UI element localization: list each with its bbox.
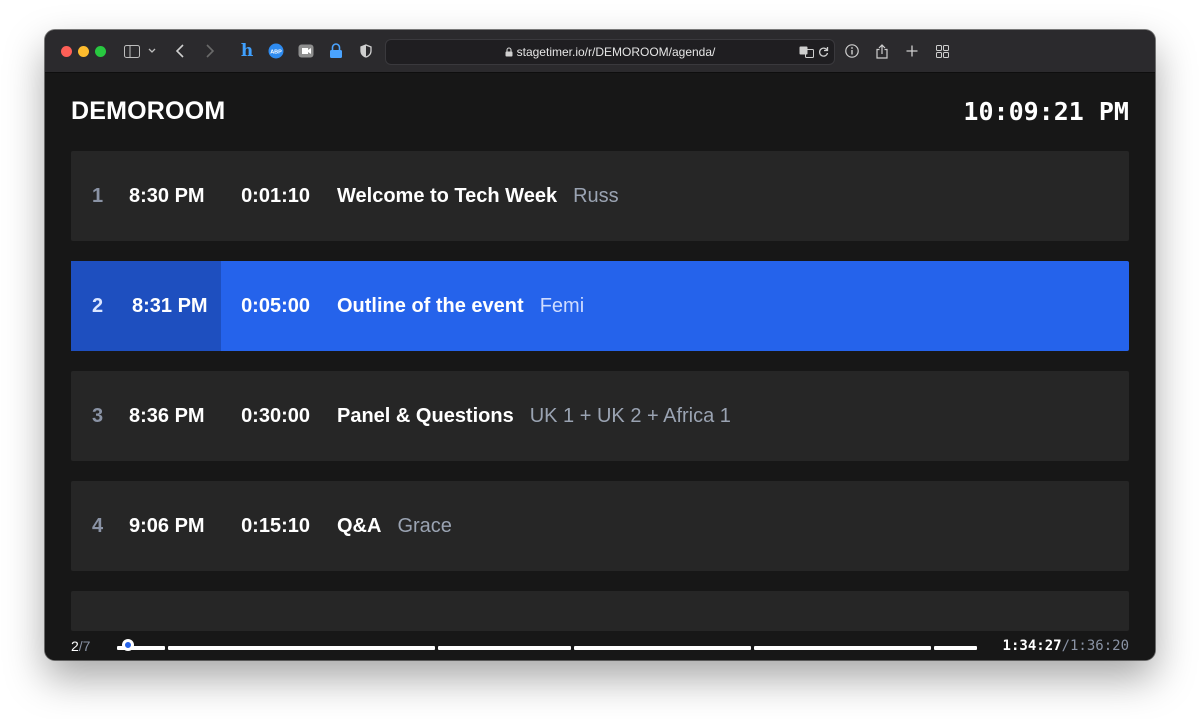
row-title: Outline of the event [337,295,524,317]
current-time-clock: 10:09:21 PM [963,97,1129,126]
elapsed-time: 1:34:27 [1002,638,1062,654]
row-speaker: Russ [573,185,619,207]
honey-extension-icon[interactable]: h [238,41,256,61]
current-cue: 2 [71,638,79,654]
new-tab-icon[interactable] [904,41,920,61]
back-icon[interactable] [173,41,187,61]
zoom-window-button[interactable] [95,46,106,57]
row-speaker: Grace [397,515,452,537]
row-duration: 0:15:10 [241,515,310,537]
row-duration: 0:30:00 [241,405,310,427]
info-icon[interactable] [844,41,860,61]
row-duration: 0:05:00 [241,295,310,317]
shield-icon[interactable] [357,41,375,61]
tab-overview-icon[interactable] [934,41,950,61]
timeline-segment [438,646,571,650]
row-title-line: Outline of the event Femi [337,261,584,351]
address-bar[interactable]: stagetimer.io/r/DEMOROOM/agenda/ [385,39,835,65]
lock-extension-icon[interactable] [327,41,345,61]
reload-icon[interactable] [816,42,830,62]
total-time: /1:36:20 [1061,638,1129,654]
agenda-row-active[interactable]: 2 8:31 PM 0:05:00 Outline of the event Fe… [71,261,1129,351]
minimize-window-button[interactable] [78,46,89,57]
agenda-row[interactable]: 3 8:36 PM 0:30:00 Panel & Questions UK 1 … [71,371,1129,461]
row-speaker: Femi [539,295,585,317]
row-start-time: 9:06 PM [129,515,205,537]
row-number: 2 [92,295,104,317]
row-title-line: Panel & Questions UK 1 + UK 2 + Africa 1 [337,371,731,461]
row-number: 4 [92,515,104,537]
browser-window: h ABP stagetimer.io/r/DEMOROOM/agenda/ D… [45,30,1155,660]
agenda-row[interactable]: 4 9:06 PM 0:15:10 Q&A Grace [71,481,1129,571]
row-title-line: Welcome to Tech Week Russ [337,151,619,241]
timeline-segment [754,646,931,650]
timeline-segment [168,646,435,650]
total-cues: /7 [78,638,91,654]
progress-footer: 2/7 1:34:27/1:36:20 [45,633,1155,660]
agenda-row-partial[interactable] [71,591,1129,631]
row-start-time: 8:31 PM [132,295,208,317]
timeline-segment [574,646,751,650]
time-totals: 1:34:27/1:36:20 [1003,638,1129,654]
row-duration: 0:01:10 [241,185,310,207]
cue-counter: 2/7 [71,638,90,654]
browser-toolbar: h ABP stagetimer.io/r/DEMOROOM/agenda/ [45,30,1155,73]
close-window-button[interactable] [61,46,72,57]
url-text: stagetimer.io/r/DEMOROOM/agenda/ [516,45,716,59]
sidebar-toggle-icon[interactable] [123,41,141,61]
agenda-row[interactable]: 1 8:30 PM 0:01:10 Welcome to Tech Week Ru… [71,151,1129,241]
room-name: DEMOROOM [71,97,226,125]
row-title: Panel & Questions [337,405,514,427]
timeline-segment [934,646,977,650]
row-title: Welcome to Tech Week [337,185,558,207]
video-extension-icon[interactable] [297,41,315,61]
row-start-time: 8:30 PM [129,185,205,207]
agenda-page: DEMOROOM 10:09:21 PM 1 8:30 PM 0:01:10 W… [45,73,1155,660]
svg-text:ABP: ABP [270,50,282,56]
lock-icon [505,47,513,57]
forward-icon[interactable] [202,41,216,61]
row-start-time: 8:36 PM [129,405,205,427]
translate-icon[interactable] [798,42,814,62]
chevron-down-icon[interactable] [147,41,157,61]
timeline-position-handle[interactable] [122,639,134,651]
row-number: 3 [92,405,104,427]
row-number: 1 [92,185,104,207]
address-bar-text[interactable]: stagetimer.io/r/DEMOROOM/agenda/ [386,40,834,64]
share-icon[interactable] [874,41,890,61]
row-title-line: Q&A Grace [337,481,452,571]
timeline-track[interactable] [117,646,977,650]
row-title: Q&A [337,515,382,537]
row-speaker: UK 1 + UK 2 + Africa 1 [529,405,731,427]
adblock-icon[interactable]: ABP [267,41,285,61]
